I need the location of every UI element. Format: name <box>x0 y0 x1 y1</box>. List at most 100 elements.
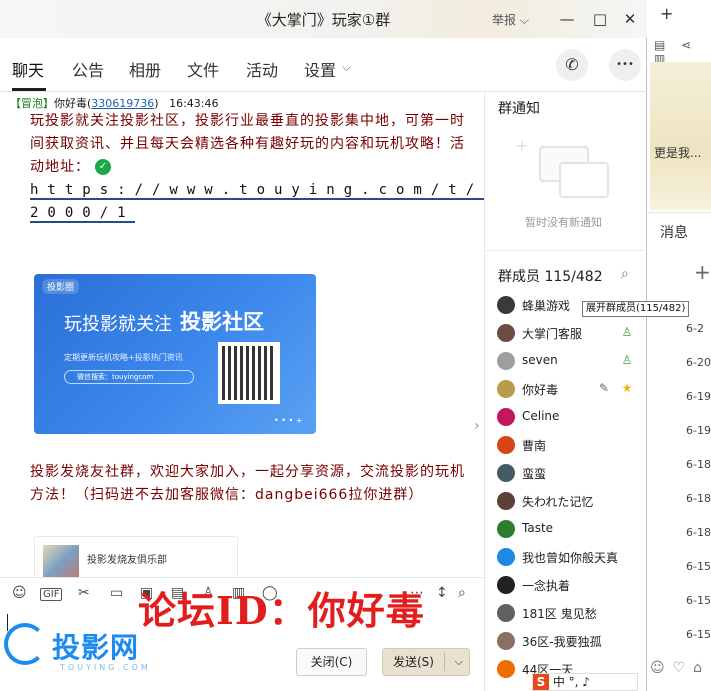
tab-activity[interactable]: 活动 <box>246 57 278 81</box>
member-row[interactable]: 曹南 <box>485 434 648 458</box>
avatar[interactable] <box>497 492 515 510</box>
new-tab-plus-icon[interactable]: + <box>660 4 673 23</box>
gif-icon[interactable]: GIF <box>40 588 63 601</box>
member-count-header[interactable]: 群成员 115/482 <box>498 266 603 286</box>
member-row[interactable]: 36区-我要独孤 <box>485 630 648 654</box>
member-row[interactable]: seven ♙ <box>485 350 648 374</box>
member-name[interactable]: 蜂巢游戏 <box>522 297 570 314</box>
member-row[interactable]: 失われた记忆 <box>485 490 648 514</box>
avatar[interactable] <box>497 520 515 538</box>
member-name[interactable]: 曹南 <box>522 437 546 454</box>
chevron-down-icon[interactable]: ⌵ <box>342 60 351 75</box>
member-name[interactable]: 失われた记忆 <box>522 493 593 510</box>
conversation-date: 6-15 <box>686 560 711 573</box>
activity-link[interactable]: https://www.touying.com/t/1 2000/1 <box>30 179 484 225</box>
active-tab-indicator <box>12 88 46 91</box>
conversation-date: 6-19 <box>686 424 711 437</box>
sender-uid[interactable]: 330619736 <box>91 97 154 110</box>
member-name[interactable]: 你好毒 <box>522 381 558 398</box>
maximize-button[interactable]: □ <box>589 8 611 30</box>
sender-name[interactable]: 你好毒 <box>54 97 87 110</box>
search-icon[interactable]: ⌕ <box>621 266 629 282</box>
avatar[interactable] <box>497 576 515 594</box>
member-row[interactable]: 大掌门客服 ♙ <box>485 322 648 346</box>
member-row[interactable]: 181区 鬼见愁 <box>485 602 648 626</box>
tab-chat[interactable]: 聊天 <box>12 57 44 81</box>
tab-settings[interactable]: 设置 <box>304 57 336 81</box>
emoji-icon[interactable]: ☺ <box>12 585 27 601</box>
member-name[interactable]: seven <box>522 353 558 367</box>
member-name[interactable]: 大掌门客服 <box>522 325 582 342</box>
member-name[interactable]: 蛮蛮 <box>522 465 546 482</box>
watermark-logo-icon <box>4 623 46 665</box>
avatar[interactable] <box>497 380 515 398</box>
more-button[interactable]: ••• <box>609 49 641 81</box>
member-row[interactable]: 蛮蛮 <box>485 462 648 486</box>
avatar[interactable] <box>497 464 515 482</box>
avatar[interactable] <box>497 352 515 370</box>
member-name[interactable]: 一念执着 <box>522 577 570 594</box>
tab-announcement[interactable]: 公告 <box>72 57 104 81</box>
resize-icon[interactable]: ↕ <box>436 585 448 601</box>
ime-mode[interactable]: 中 °, ♪ <box>553 675 590 689</box>
background-window: + ▤ ⋖ ▥ 更是我... 消息 + 6-2 6-20 6-19 6-19 6-18 6… <box>645 0 711 691</box>
window-title: 《大掌门》玩家①群 <box>256 11 391 29</box>
preview-text: 更是我... <box>654 146 702 160</box>
avatar[interactable] <box>497 604 515 622</box>
add-icon[interactable]: + <box>694 260 711 284</box>
banner-image[interactable]: 投影圈 玩投影就关注 投影社区 定期更新玩机攻略+投影热门资讯 微信搜索：tou… <box>34 274 316 434</box>
messages-tab[interactable]: 消息 <box>660 222 688 242</box>
conversation-date: 6-19 <box>686 390 711 403</box>
message-time: 16:43:46 <box>169 97 219 110</box>
avatar[interactable] <box>497 548 515 566</box>
member-row[interactable]: 一念执着 <box>485 574 648 598</box>
edit-icon[interactable]: ✎ <box>595 379 613 397</box>
wallpaper-image <box>650 62 711 210</box>
divider <box>646 212 711 213</box>
banner-subtitle: 定期更新玩机攻略+投影热门资讯 <box>64 353 183 362</box>
avatar[interactable] <box>497 632 515 650</box>
member-row[interactable]: 我也曾如你般天真 <box>485 546 648 570</box>
expand-panel-arrow-icon[interactable]: › <box>474 418 480 434</box>
avatar[interactable] <box>497 324 515 342</box>
conversation-date: 6-18 <box>686 492 711 505</box>
watermark-subtext: TOUYING.COM <box>60 663 151 672</box>
conversation-date: 6-15 <box>686 628 711 641</box>
member-row[interactable]: 你好毒 ✎ ★ <box>485 378 648 402</box>
close-window-button[interactable]: ✕ <box>619 8 641 30</box>
member-name[interactable]: Taste <box>522 521 553 535</box>
screenshot-scissors-icon[interactable]: ✂ <box>78 585 90 601</box>
qr-code-image <box>218 342 280 404</box>
member-name[interactable]: 我也曾如你般天真 <box>522 549 618 566</box>
minimize-button[interactable]: — <box>556 8 578 30</box>
tab-album[interactable]: 相册 <box>129 57 161 81</box>
send-options-chevron-icon[interactable]: ⌵ <box>455 649 463 675</box>
send-button[interactable]: 发送(S) ⌵ <box>382 648 470 676</box>
close-button[interactable]: 关闭(C) <box>296 648 367 676</box>
tab-files[interactable]: 文件 <box>187 57 219 81</box>
search-history-icon[interactable]: ⌕ <box>458 585 466 601</box>
group-share-card[interactable]: 投影发烧友俱乐部 <box>34 536 238 577</box>
sender-tag: 【冒泡】 <box>10 97 54 110</box>
member-row[interactable]: Celine <box>485 406 648 430</box>
folder-icon[interactable]: ▭ <box>110 585 123 601</box>
avatar[interactable] <box>497 436 515 454</box>
banner-logo: 投影圈 <box>42 279 80 294</box>
admin-icon: ♙ <box>621 353 633 367</box>
report-button[interactable]: 举报 ⌵ <box>492 11 529 28</box>
phone-call-button[interactable]: ✆ <box>556 49 588 81</box>
avatar[interactable] <box>497 660 515 678</box>
message-header: 【冒泡】你好毒(330619736) 16:43:46 <box>10 97 219 110</box>
tab-bar: 聊天 公告 相册 文件 活动 设置 ⌵ ✆ ••• <box>0 38 647 92</box>
screen: + ▤ ⋖ ▥ 更是我... 消息 + 6-2 6-20 6-19 6-19 6-18 6… <box>0 0 711 691</box>
avatar[interactable] <box>497 408 515 426</box>
avatar[interactable] <box>497 296 515 314</box>
card-thumbnail <box>43 545 79 577</box>
ime-status-bar: S 中 °, ♪ <box>532 673 638 691</box>
member-name[interactable]: 181区 鬼见愁 <box>522 605 597 622</box>
member-row[interactable]: Taste <box>485 518 648 542</box>
member-name[interactable]: 36区-我要独孤 <box>522 633 602 650</box>
message-area[interactable]: 【冒泡】你好毒(330619736) 16:43:46 玩投影就关注投影社区，投… <box>0 92 484 577</box>
card-title: 投影发烧友俱乐部 <box>87 555 167 566</box>
member-name[interactable]: Celine <box>522 409 559 423</box>
